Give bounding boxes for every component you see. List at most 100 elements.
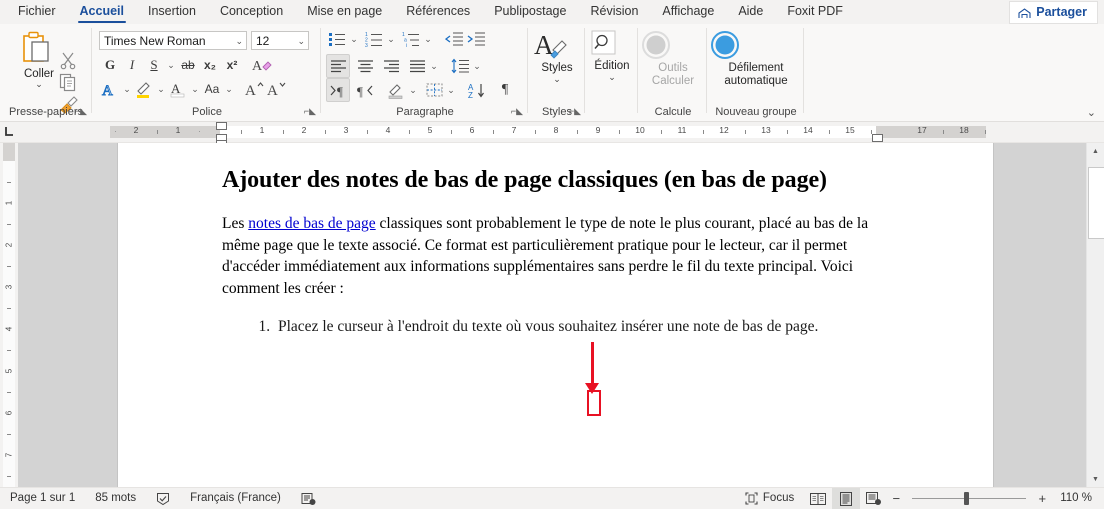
align-left-button[interactable] xyxy=(326,54,350,78)
superscript-button[interactable]: x² xyxy=(221,54,243,76)
tab-foxit-pdf[interactable]: Foxit PDF xyxy=(775,0,855,24)
numbered-list-icon[interactable]: 123 xyxy=(363,28,385,50)
cut-icon[interactable] xyxy=(58,50,80,72)
copy-icon[interactable] xyxy=(58,72,80,94)
borders-caret[interactable]: ⌄ xyxy=(445,79,457,101)
italic-button[interactable]: I xyxy=(121,54,143,76)
text-direction-ltr-icon[interactable]: ¶ xyxy=(326,78,350,102)
line-spacing-caret[interactable]: ⌄ xyxy=(471,55,483,77)
ruler-track: 2 1 1 2 3 4 5 6 7 8 9 10 11 12 13 14 15 … xyxy=(110,122,986,147)
bullet-list-icon[interactable] xyxy=(326,28,348,50)
change-case-caret[interactable]: ⌄ xyxy=(223,78,235,100)
align-center-button[interactable] xyxy=(354,55,376,77)
right-indent-marker[interactable] xyxy=(872,134,883,142)
subscript-button[interactable]: x₂ xyxy=(199,54,221,76)
share-button[interactable]: Partager xyxy=(1009,1,1098,24)
tab-aide[interactable]: Aide xyxy=(726,0,775,24)
styles-dropdown-caret[interactable]: ⌄ xyxy=(529,75,585,84)
borders-icon[interactable] xyxy=(423,79,445,101)
language-indicator[interactable]: Français (France) xyxy=(180,488,291,509)
document-content[interactable]: Ajouter des notes de bas de page classiq… xyxy=(222,165,894,338)
left-tab-stop-icon[interactable] xyxy=(4,126,15,137)
first-line-indent-marker[interactable] xyxy=(216,122,227,130)
numbered-list-caret[interactable]: ⌄ xyxy=(385,28,397,50)
clear-formatting-icon[interactable]: A xyxy=(251,54,273,76)
outils-calculer-button[interactable]: Outils Calculer xyxy=(639,30,707,88)
zoom-out-button[interactable]: − xyxy=(888,491,904,506)
defilement-automatique-button[interactable]: Défilement automatique xyxy=(708,30,804,88)
align-right-button[interactable] xyxy=(380,55,402,77)
scrollbar-thumb[interactable] xyxy=(1088,167,1104,239)
document-page[interactable]: Ajouter des notes de bas de page classiq… xyxy=(118,143,993,488)
web-layout-icon[interactable] xyxy=(860,488,888,509)
tab-affichage[interactable]: Affichage xyxy=(650,0,726,24)
svg-text:A: A xyxy=(267,83,278,98)
sort-az-icon[interactable]: AZ xyxy=(466,79,488,101)
multilevel-list-icon[interactable]: 1ai xyxy=(400,28,422,50)
text-direction-rtl-icon[interactable]: ¶ xyxy=(354,79,376,101)
tab-references[interactable]: Références xyxy=(394,0,482,24)
change-case-button[interactable]: Aa xyxy=(201,78,223,100)
proofing-check-icon[interactable] xyxy=(146,488,180,509)
zoom-slider[interactable] xyxy=(904,488,1034,509)
multilevel-list-caret[interactable]: ⌄ xyxy=(422,28,434,50)
justify-caret[interactable]: ⌄ xyxy=(428,55,440,77)
accessibility-icon[interactable] xyxy=(291,488,326,509)
tab-publipostage[interactable]: Publipostage xyxy=(482,0,578,24)
clipboard-dialog-launcher[interactable]: ⌐◣ xyxy=(75,106,87,117)
justify-button[interactable] xyxy=(406,55,428,77)
read-mode-icon[interactable] xyxy=(804,488,832,509)
shrink-font-icon[interactable]: A xyxy=(265,78,287,100)
strikethrough-button[interactable]: ab xyxy=(177,54,199,76)
paragraph-dialog-launcher[interactable]: ⌐◣ xyxy=(511,106,523,117)
tab-fichier[interactable]: Fichier xyxy=(6,0,68,24)
decrease-indent-icon[interactable] xyxy=(443,28,465,50)
tab-insertion[interactable]: Insertion xyxy=(136,0,208,24)
font-dialog-launcher[interactable]: ⌐◣ xyxy=(304,106,316,117)
focus-button[interactable]: Focus xyxy=(735,488,804,509)
line-spacing-icon[interactable] xyxy=(449,55,471,77)
text-effects-icon[interactable]: A xyxy=(99,78,121,100)
tab-accueil[interactable]: Accueil xyxy=(68,0,136,24)
tab-mise-en-page[interactable]: Mise en page xyxy=(295,0,394,24)
page-indicator[interactable]: Page 1 sur 1 xyxy=(0,488,85,509)
zoom-in-button[interactable]: + xyxy=(1034,491,1050,506)
ribbon-group-paragraph: ⌄ 123 ⌄ 1ai ⌄ ⌄ ⌄ ¶ ¶ ⌄ ⌄ A Z ¶ Paragrap… xyxy=(322,24,528,121)
print-layout-icon[interactable] xyxy=(832,488,861,509)
highlight-caret[interactable]: ⌄ xyxy=(155,78,167,100)
highlight-icon[interactable] xyxy=(133,78,155,100)
increase-indent-icon[interactable] xyxy=(465,28,487,50)
scroll-up-arrow[interactable]: ▲ xyxy=(1087,143,1104,160)
edition-button[interactable]: Édition ⌄ xyxy=(586,30,638,82)
paste-dropdown-caret[interactable]: ⌄ xyxy=(14,80,64,89)
edition-dropdown-caret[interactable]: ⌄ xyxy=(586,73,638,82)
font-name-combobox[interactable]: Times New Roman ⌄ xyxy=(99,31,247,50)
zoom-slider-thumb[interactable] xyxy=(964,492,970,505)
font-color-caret[interactable]: ⌄ xyxy=(189,78,201,100)
word-count[interactable]: 85 mots xyxy=(85,488,146,509)
shading-icon[interactable] xyxy=(385,79,407,101)
horizontal-ruler[interactable]: 2 1 1 2 3 4 5 6 7 8 9 10 11 12 13 14 15 … xyxy=(0,122,1104,147)
scroll-down-arrow[interactable]: ▼ xyxy=(1087,471,1104,488)
underline-dropdown-caret[interactable]: ⌄ xyxy=(165,54,177,76)
footnotes-hyperlink[interactable]: notes de bas de page xyxy=(248,215,375,232)
vertical-scrollbar[interactable]: ▲ ▼ xyxy=(1086,143,1104,488)
styles-button[interactable]: A Styles ⌄ xyxy=(529,28,585,84)
tab-conception[interactable]: Conception xyxy=(208,0,295,24)
bold-button[interactable]: G xyxy=(99,54,121,76)
styles-dialog-launcher[interactable]: ⌐◣ xyxy=(569,106,581,117)
show-formatting-marks-button[interactable]: ¶ xyxy=(494,79,516,101)
shading-caret[interactable]: ⌄ xyxy=(407,79,419,101)
font-color-icon[interactable]: A xyxy=(167,78,189,100)
underline-button[interactable]: S xyxy=(143,54,165,76)
font-size-combobox[interactable]: 12 ⌄ xyxy=(251,31,309,50)
bullet-list-caret[interactable]: ⌄ xyxy=(348,28,360,50)
collapse-ribbon-button[interactable]: ⌄ xyxy=(1087,106,1096,119)
paste-button[interactable]: Coller ⌄ xyxy=(14,30,64,89)
text-effects-caret[interactable]: ⌄ xyxy=(121,78,133,100)
document-canvas[interactable]: Ajouter des notes de bas de page classiq… xyxy=(18,143,1104,488)
zoom-level[interactable]: 110 % xyxy=(1050,488,1104,509)
grow-font-icon[interactable]: A xyxy=(243,78,265,100)
tab-revision[interactable]: Révision xyxy=(578,0,650,24)
vertical-ruler[interactable]: 1 2 3 4 5 6 7 xyxy=(0,143,18,488)
